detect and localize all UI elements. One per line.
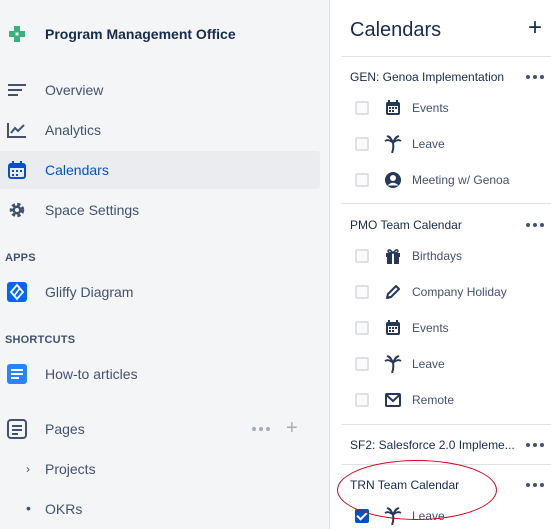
calendar-icon bbox=[383, 318, 403, 338]
gear-icon bbox=[6, 199, 28, 221]
nav-analytics[interactable]: Analytics bbox=[0, 111, 320, 149]
calendar-group-title[interactable]: TRN Team Calendar bbox=[350, 478, 459, 492]
space-logo-icon bbox=[7, 24, 27, 44]
shortcut-howto[interactable]: How-to articles bbox=[0, 355, 320, 393]
divider bbox=[341, 203, 551, 204]
calendar-checkbox[interactable] bbox=[355, 285, 369, 299]
calendar-row[interactable]: Leave bbox=[331, 129, 551, 159]
space-title: Program Management Office bbox=[45, 26, 236, 42]
app-gliffy-label: Gliffy Diagram bbox=[45, 284, 134, 300]
calendar-checkbox[interactable] bbox=[355, 173, 369, 187]
more-options-button[interactable] bbox=[523, 477, 547, 493]
calendar-checkbox[interactable] bbox=[355, 137, 369, 151]
page-tree-item-projects[interactable]: › Projects bbox=[0, 454, 320, 484]
calendar-group-title[interactable]: PMO Team Calendar bbox=[350, 218, 462, 232]
calendar-label: Birthdays bbox=[412, 249, 463, 263]
space-header[interactable]: Program Management Office bbox=[0, 14, 330, 54]
more-options-button[interactable] bbox=[523, 217, 547, 233]
bullet-icon: • bbox=[26, 500, 31, 516]
pages-more-button[interactable] bbox=[252, 427, 270, 431]
calendar-label: Leave bbox=[412, 509, 445, 523]
calendar-label: Meeting w/ Genoa bbox=[412, 173, 510, 187]
calendar-row[interactable]: Events bbox=[331, 93, 551, 123]
document-icon bbox=[6, 363, 28, 385]
calendar-label: Remote bbox=[412, 393, 455, 407]
shortcuts-section-label: SHORTCUTS bbox=[5, 334, 76, 346]
nav-overview[interactable]: Overview bbox=[0, 71, 320, 109]
nav-space-settings[interactable]: Space Settings bbox=[0, 191, 320, 229]
page-tree-item-okrs[interactable]: • OKRs bbox=[0, 494, 320, 524]
calendar-label: Leave bbox=[412, 137, 445, 151]
chevron-right-icon[interactable]: › bbox=[26, 462, 30, 476]
calendar-row[interactable]: Leave bbox=[331, 349, 551, 379]
calendar-checkbox[interactable] bbox=[355, 509, 369, 523]
calendar-checkbox[interactable] bbox=[355, 357, 369, 371]
nav-overview-label: Overview bbox=[45, 82, 104, 98]
palm-tree-icon bbox=[383, 506, 403, 526]
calendar-row[interactable]: Events bbox=[331, 313, 551, 343]
calendar-row[interactable]: Birthdays bbox=[331, 241, 551, 271]
app-gliffy[interactable]: Gliffy Diagram bbox=[0, 273, 320, 311]
nav-calendars-label: Calendars bbox=[45, 162, 109, 178]
calendar-icon bbox=[6, 159, 28, 181]
page-tree-label: Projects bbox=[45, 461, 96, 477]
calendar-row[interactable]: Meeting w/ Genoa bbox=[331, 165, 551, 195]
calendar-group-title[interactable]: SF2: Salesforce 2.0 Impleme... bbox=[350, 438, 515, 452]
page-tree-label: OKRs bbox=[45, 501, 83, 517]
add-calendar-button[interactable]: + bbox=[526, 15, 544, 41]
nav-calendars[interactable]: Calendars bbox=[0, 151, 320, 189]
calendar-label: Events bbox=[412, 101, 449, 115]
nav-pages-label: Pages bbox=[45, 421, 85, 437]
shortcut-howto-label: How-to articles bbox=[45, 366, 138, 382]
palm-tree-icon bbox=[383, 354, 403, 374]
calendars-panel: Calendars + GEN: Genoa Implementation Ev… bbox=[331, 0, 551, 529]
sidebar: Program Management Office Overview Analy… bbox=[0, 0, 330, 529]
more-options-button[interactable] bbox=[523, 437, 547, 453]
pencil-icon bbox=[383, 282, 403, 302]
gift-icon bbox=[383, 246, 403, 266]
calendar-row[interactable]: Remote bbox=[331, 385, 551, 415]
calendar-label: Events bbox=[412, 321, 449, 335]
gliffy-icon bbox=[6, 281, 28, 303]
nav-space-settings-label: Space Settings bbox=[45, 202, 140, 218]
calendar-label: Company Holiday bbox=[412, 285, 507, 299]
calendar-group-title[interactable]: GEN: Genoa Implementation bbox=[350, 70, 504, 84]
calendar-checkbox[interactable] bbox=[355, 321, 369, 335]
palm-tree-icon bbox=[383, 134, 403, 154]
calendar-row[interactable]: Leave bbox=[331, 501, 551, 529]
nav-pages[interactable]: Pages + bbox=[0, 410, 320, 448]
divider bbox=[341, 56, 551, 57]
calendar-checkbox[interactable] bbox=[355, 101, 369, 115]
pages-add-button[interactable]: + bbox=[286, 416, 298, 440]
calendar-row[interactable]: Company Holiday bbox=[331, 277, 551, 307]
calendar-icon bbox=[383, 98, 403, 118]
nav-analytics-label: Analytics bbox=[45, 122, 102, 138]
more-options-button[interactable] bbox=[523, 69, 547, 85]
apps-section-label: APPS bbox=[5, 252, 36, 264]
lines-icon bbox=[6, 79, 28, 101]
chart-icon bbox=[6, 119, 28, 141]
person-icon bbox=[383, 170, 403, 190]
divider bbox=[341, 424, 551, 425]
calendar-checkbox[interactable] bbox=[355, 249, 369, 263]
envelope-icon bbox=[383, 390, 403, 410]
calendar-checkbox[interactable] bbox=[355, 393, 369, 407]
panel-title: Calendars bbox=[350, 19, 442, 41]
calendar-label: Leave bbox=[412, 357, 445, 371]
divider bbox=[341, 464, 551, 465]
pages-icon bbox=[6, 418, 28, 440]
